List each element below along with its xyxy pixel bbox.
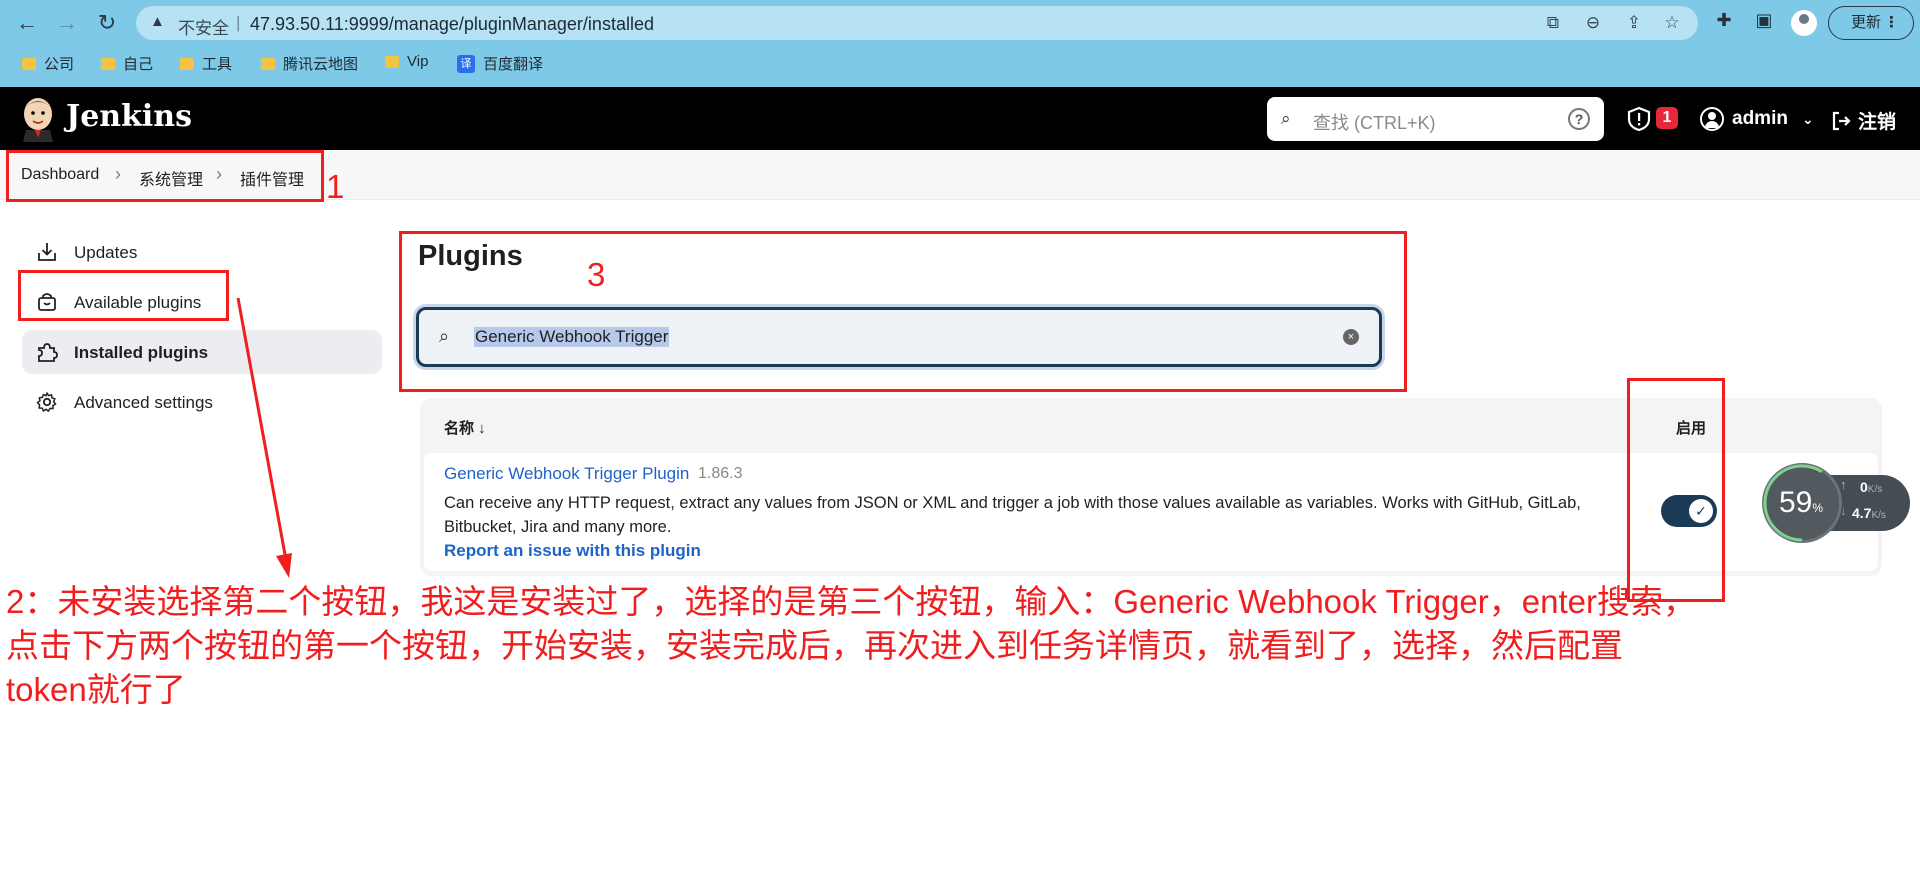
upload-arrow-icon: ↑ bbox=[1840, 477, 1847, 492]
download-speed: 4.7K/s bbox=[1852, 505, 1886, 521]
network-percent-unit: % bbox=[1812, 501, 1824, 515]
network-speed-widget[interactable]: 59% ↑ 0K/s ↓ 4.7K/s bbox=[1762, 463, 1910, 543]
speed-unit: K/s bbox=[1871, 510, 1886, 521]
upload-speed: 0K/s bbox=[1860, 479, 1882, 495]
network-usage-gauge: 59% bbox=[1762, 463, 1842, 543]
download-speed-value: 4.7 bbox=[1852, 505, 1872, 521]
speed-unit: K/s bbox=[1867, 484, 1883, 495]
annotation-arrow bbox=[236, 297, 292, 578]
download-arrow-icon: ↓ bbox=[1840, 503, 1847, 518]
network-percent: 59% bbox=[1779, 486, 1823, 520]
annotation-note: 2：未安装选择第二个按钮，我这是安装过了，选择的是第三个按钮，输入：Generi… bbox=[6, 583, 1696, 708]
upload-speed-value: 0 bbox=[1860, 479, 1868, 495]
network-percent-value: 59 bbox=[1779, 486, 1813, 519]
